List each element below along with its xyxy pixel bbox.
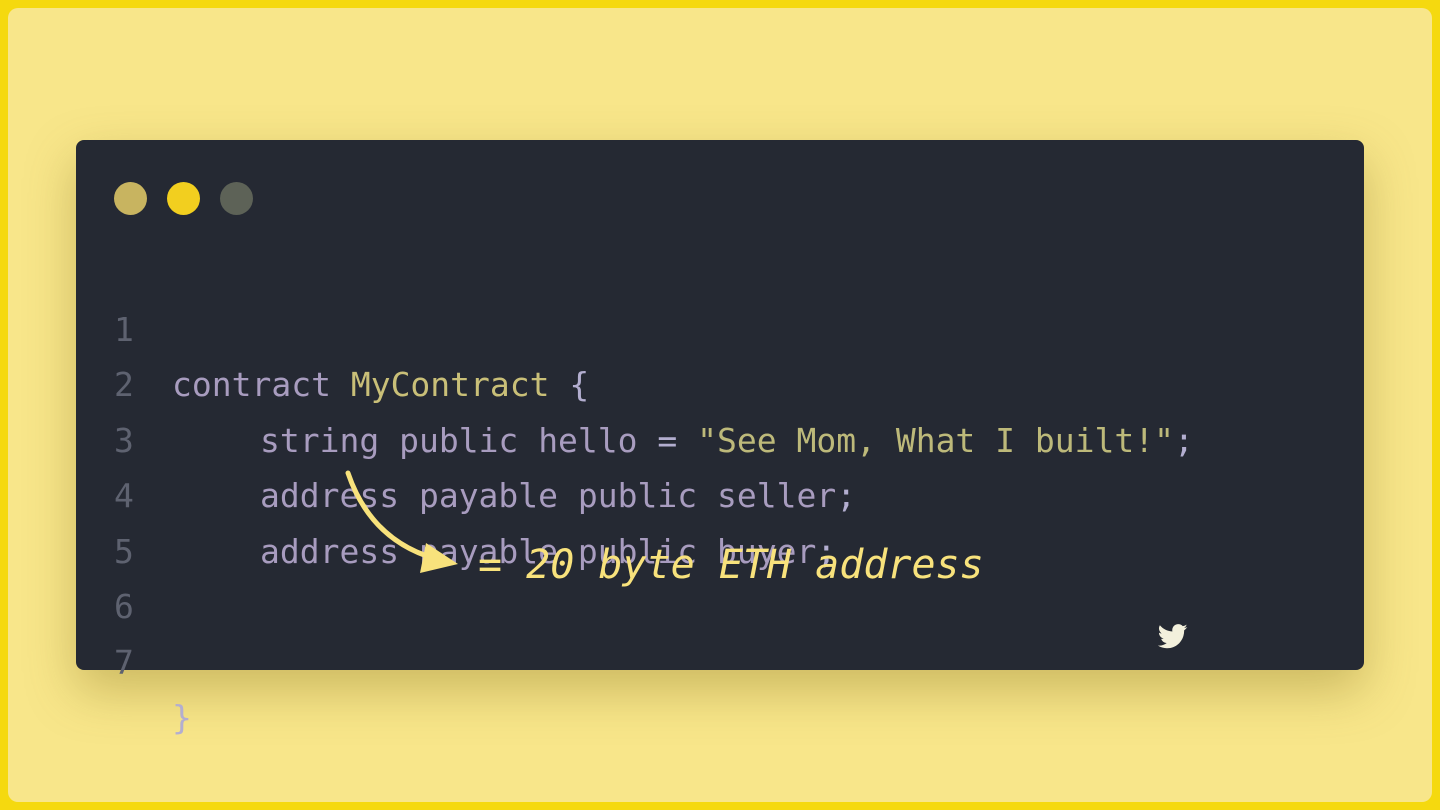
brace-close: } xyxy=(172,698,192,737)
code-line-1: 1 contract MyContract { xyxy=(76,246,1364,405)
window-controls xyxy=(114,182,253,215)
window-dot-3 xyxy=(220,182,253,215)
annotation-text: = 20 byte ETH address xyxy=(478,542,984,588)
window-dot-1 xyxy=(114,182,147,215)
code-text: } xyxy=(172,690,192,746)
code-line-2: 2 string public hello = "See Mom, What I… xyxy=(76,302,1364,460)
window-dot-2 xyxy=(167,182,200,215)
code-line-4: 4 address payable public buyer; xyxy=(76,413,1364,571)
line-number: 7 xyxy=(114,642,134,682)
code-line-5: 5 xyxy=(76,468,1364,571)
code-window: 1 contract MyContract { 2 string public … xyxy=(76,140,1364,737)
twitter-bird-icon xyxy=(1158,624,1188,649)
code-line-3: 3 address payable public seller; xyxy=(76,357,1364,516)
curved-arrow-icon xyxy=(345,470,458,573)
